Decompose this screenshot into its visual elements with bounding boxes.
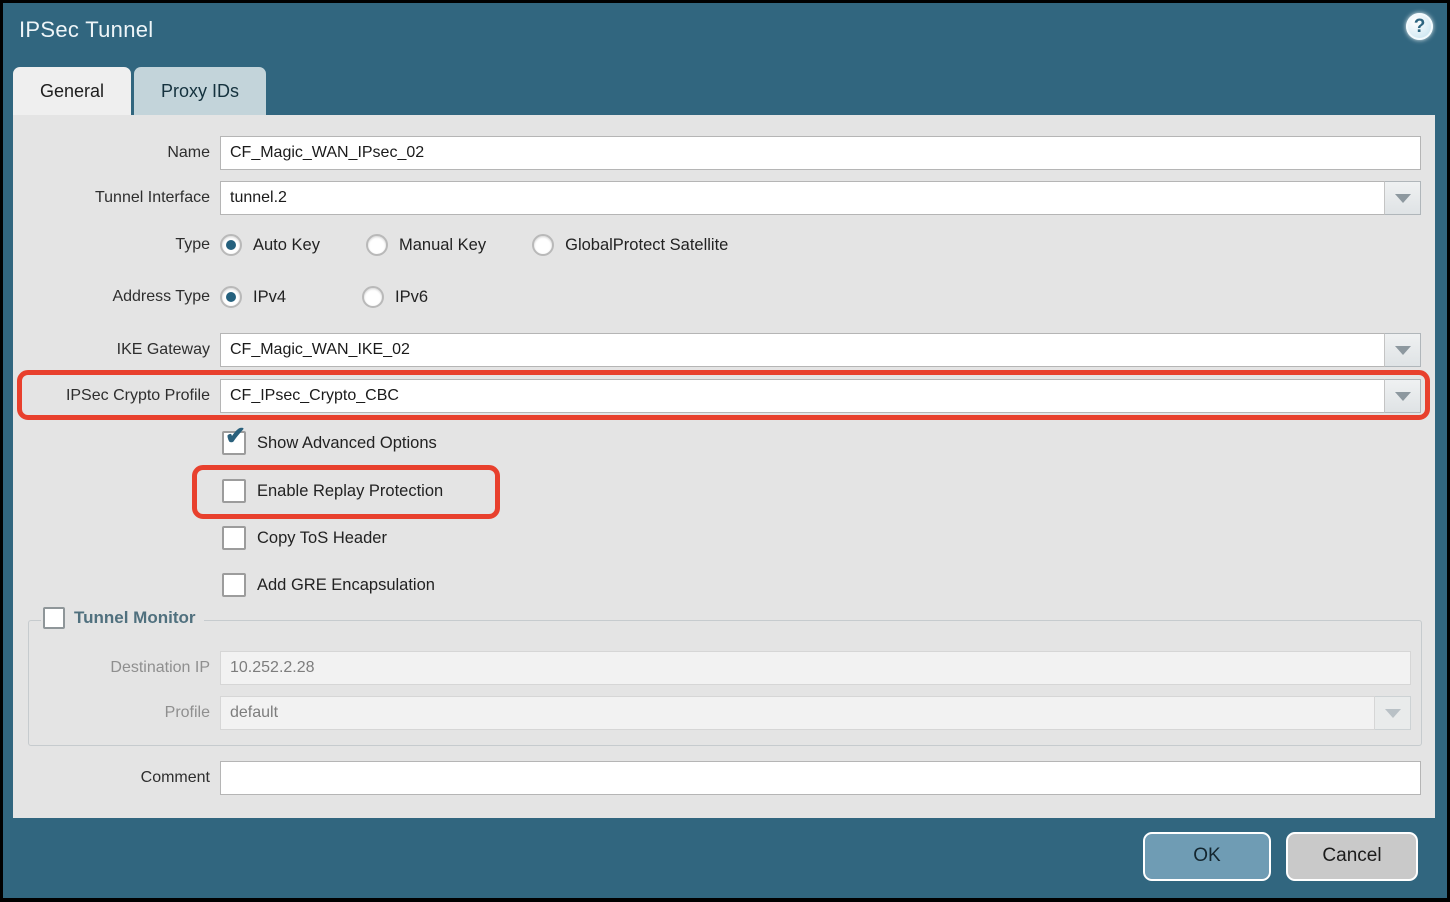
- name-label: Name: [13, 144, 210, 162]
- type-auto-key-option[interactable]: Auto Key: [220, 234, 320, 256]
- tunnel-monitor-legend: Tunnel Monitor: [41, 607, 204, 629]
- general-tab-panel: Name Tunnel Interface Type: [13, 115, 1435, 818]
- check-mark-icon: ✔: [225, 424, 246, 449]
- comment-row: Comment: [13, 761, 1435, 795]
- chevron-down-icon: [1385, 709, 1401, 718]
- checkbox-unchecked-icon[interactable]: [43, 607, 65, 629]
- ike-gateway-row: IKE Gateway: [13, 333, 1435, 367]
- name-row: Name: [13, 136, 1435, 170]
- comment-input[interactable]: [220, 761, 1421, 795]
- radio-unselected-icon: [366, 234, 388, 256]
- ipsec-crypto-profile-dropdown-button[interactable]: [1385, 379, 1421, 413]
- ike-gateway-label: IKE Gateway: [13, 341, 210, 359]
- address-type-ipv4-label: IPv4: [253, 288, 286, 307]
- profile-dropdown-button: [1375, 696, 1411, 730]
- address-type-ipv6-option[interactable]: IPv6: [362, 286, 428, 308]
- chevron-down-icon: [1395, 346, 1411, 355]
- tab-general[interactable]: General: [13, 67, 131, 115]
- radio-unselected-icon: [362, 286, 384, 308]
- copy-tos-header-label: Copy ToS Header: [257, 529, 387, 548]
- ike-gateway-dropdown-button[interactable]: [1385, 333, 1421, 367]
- ike-gateway-input[interactable]: [220, 333, 1385, 367]
- tunnel-monitor-label: Tunnel Monitor: [74, 608, 196, 628]
- destination-ip-input: [220, 651, 1411, 685]
- help-icon[interactable]: ?: [1406, 13, 1433, 40]
- type-row: Type Auto Key Manual Key GlobalProtect S…: [13, 231, 1435, 259]
- checkbox-checked-icon[interactable]: ✔: [222, 431, 246, 455]
- name-input[interactable]: [220, 136, 1421, 170]
- add-gre-encapsulation-row[interactable]: Add GRE Encapsulation: [222, 572, 435, 598]
- checkbox-unchecked-icon[interactable]: [222, 573, 246, 597]
- add-gre-encapsulation-label: Add GRE Encapsulation: [257, 576, 435, 595]
- dialog-footer: OK Cancel: [3, 814, 1447, 898]
- radio-selected-icon: [220, 286, 242, 308]
- chevron-down-icon: [1395, 392, 1411, 401]
- copy-tos-header-row[interactable]: Copy ToS Header: [222, 525, 387, 551]
- destination-ip-row: Destination IP: [29, 651, 1421, 685]
- tab-proxy-ids[interactable]: Proxy IDs: [134, 67, 266, 115]
- radio-unselected-icon: [532, 234, 554, 256]
- tunnel-interface-label: Tunnel Interface: [13, 189, 210, 207]
- profile-row: Profile: [29, 696, 1421, 730]
- tunnel-interface-row: Tunnel Interface: [13, 181, 1435, 215]
- address-type-label: Address Type: [13, 288, 210, 306]
- profile-input: [220, 696, 1375, 730]
- cancel-button[interactable]: Cancel: [1286, 832, 1418, 881]
- radio-selected-icon: [220, 234, 242, 256]
- enable-replay-protection-label: Enable Replay Protection: [257, 482, 443, 501]
- tab-bar: General Proxy IDs: [13, 67, 266, 115]
- chevron-down-icon: [1395, 194, 1411, 203]
- show-advanced-options-row[interactable]: ✔ Show Advanced Options: [222, 430, 437, 456]
- ipsec-tunnel-dialog: IPSec Tunnel ? General Proxy IDs Name Tu…: [3, 3, 1447, 898]
- tunnel-monitor-fieldset: Tunnel Monitor Destination IP Profile: [28, 620, 1422, 746]
- dialog-titlebar: IPSec Tunnel ?: [3, 3, 1447, 63]
- enable-replay-protection-row[interactable]: Enable Replay Protection: [222, 478, 443, 504]
- ipsec-crypto-profile-label: IPSec Crypto Profile: [13, 387, 210, 405]
- type-label: Type: [13, 236, 210, 254]
- destination-ip-label: Destination IP: [29, 659, 210, 677]
- ipsec-crypto-profile-row: IPSec Crypto Profile: [13, 379, 1435, 413]
- ipsec-crypto-profile-input[interactable]: [220, 379, 1385, 413]
- checkbox-unchecked-icon[interactable]: [222, 526, 246, 550]
- type-globalprotect-satellite-label: GlobalProtect Satellite: [565, 236, 728, 255]
- profile-label: Profile: [29, 704, 210, 722]
- type-manual-key-label: Manual Key: [399, 236, 486, 255]
- type-globalprotect-satellite-option[interactable]: GlobalProtect Satellite: [532, 234, 728, 256]
- tunnel-interface-input[interactable]: [220, 181, 1385, 215]
- ok-button[interactable]: OK: [1143, 832, 1271, 881]
- checkbox-unchecked-icon[interactable]: [222, 479, 246, 503]
- tunnel-interface-dropdown-button[interactable]: [1385, 181, 1421, 215]
- address-type-row: Address Type IPv4 IPv6: [13, 283, 1435, 311]
- address-type-ipv4-option[interactable]: IPv4: [220, 286, 286, 308]
- address-type-ipv6-label: IPv6: [395, 288, 428, 307]
- type-manual-key-option[interactable]: Manual Key: [366, 234, 486, 256]
- show-advanced-options-label: Show Advanced Options: [257, 434, 437, 453]
- comment-label: Comment: [13, 769, 210, 787]
- type-auto-key-label: Auto Key: [253, 236, 320, 255]
- dialog-title: IPSec Tunnel: [19, 17, 153, 43]
